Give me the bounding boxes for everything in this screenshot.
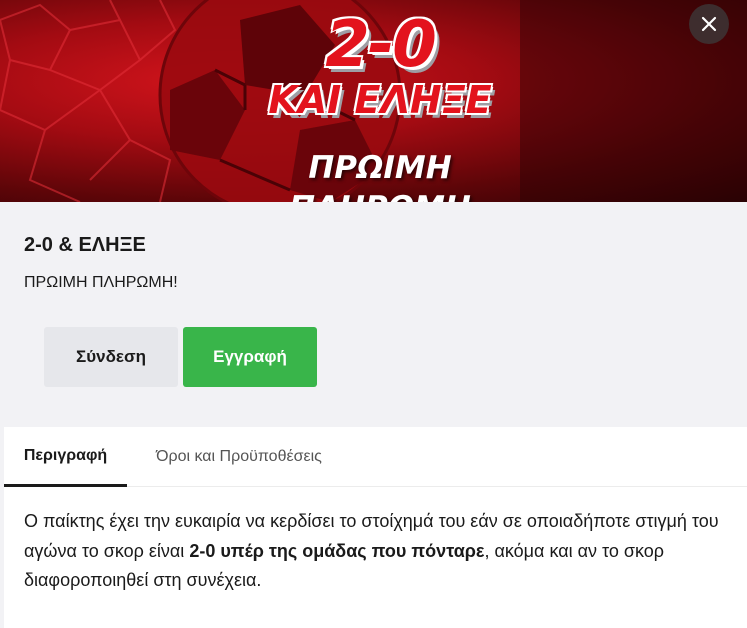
banner-headline: ΚΑΙ ΕΛΗΞΕ	[268, 78, 492, 122]
promo-banner: 2-0 ΚΑΙ ΕΛΗΞΕ ΠΡΩΙΜΗ ΠΛΗΡΩΜΗ	[0, 0, 747, 202]
description-highlight: 2-0 υπέρ της ομάδας που πόνταρε	[189, 540, 485, 561]
description-text: Ο παίκτης έχει την ευκαιρία να κερδίσει …	[24, 507, 724, 596]
close-button[interactable]	[689, 4, 729, 44]
tab-terms[interactable]: Όροι και Προϋποθέσεις	[139, 427, 339, 487]
register-button[interactable]: Εγγραφή	[183, 327, 317, 387]
offer-subtitle: ΠΡΩΙΜΗ ΠΛΗΡΩΜΗ!	[24, 274, 178, 291]
banner-tagline: ΠΡΩΙΜΗ ΠΛΗΡΩΜΗ	[289, 150, 471, 202]
tab-description[interactable]: Περιγραφή	[4, 427, 127, 487]
details-panel: Περιγραφή Όροι και Προϋποθέσεις Ο παίκτη…	[4, 427, 747, 628]
login-button[interactable]: Σύνδεση	[44, 327, 178, 387]
net-lines	[0, 0, 177, 202]
offer-info: 2-0 & ΕΛΗΞΕ ΠΡΩΙΜΗ ΠΛΗΡΩΜΗ! Σύνδεση Εγγρ…	[0, 202, 747, 427]
banner-title-art: 2-0 ΚΑΙ ΕΛΗΞΕ ΠΡΩΙΜΗ ΠΛΗΡΩΜΗ	[220, 0, 540, 202]
offer-title: 2-0 & ΕΛΗΞΕ	[24, 234, 146, 256]
promo-modal: 2-0 ΚΑΙ ΕΛΗΞΕ ΠΡΩΙΜΗ ΠΛΗΡΩΜΗ 2-0 & ΕΛΗΞΕ…	[0, 0, 747, 628]
banner-score: 2-0	[325, 8, 437, 82]
close-icon	[701, 16, 717, 32]
tab-bar: Περιγραφή Όροι και Προϋποθέσεις	[4, 427, 747, 487]
